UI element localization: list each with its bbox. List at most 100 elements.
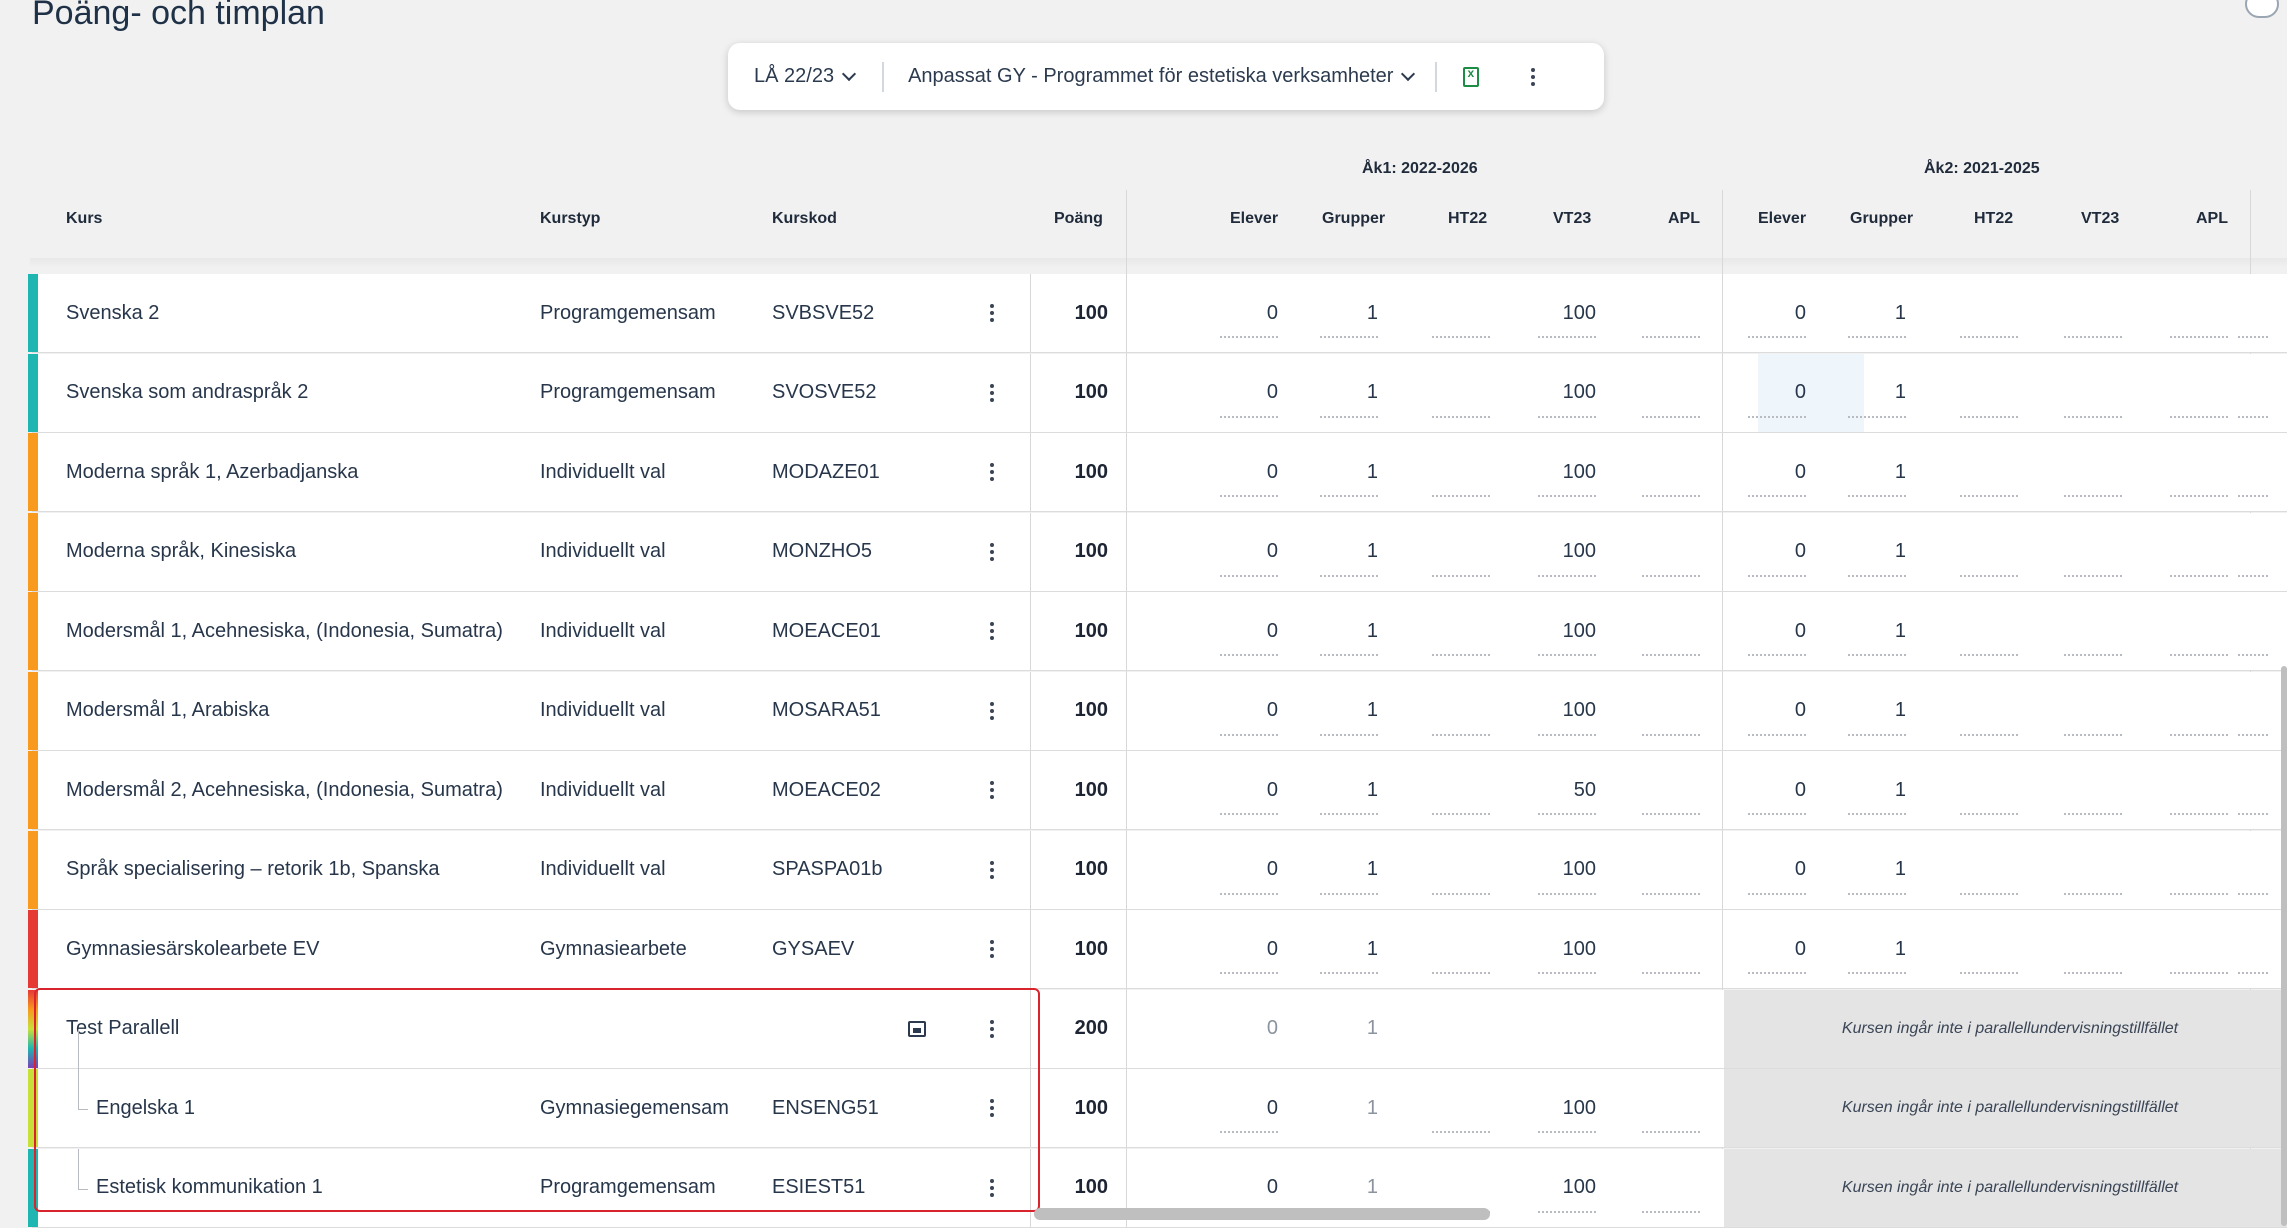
a2-vt23-input[interactable] (2064, 433, 2122, 511)
a1-grupper-input[interactable]: 1 (1320, 751, 1378, 829)
a1-vt23-input[interactable]: 100 (1538, 513, 1596, 591)
a3-elever-input[interactable] (2238, 910, 2268, 988)
a2-vt23-input[interactable] (2064, 672, 2122, 750)
vertical-scrollbar[interactable] (2281, 666, 2287, 1226)
a2-grupper-input[interactable]: 1 (1848, 354, 1906, 432)
a1-grupper-input[interactable]: 1 (1320, 433, 1378, 511)
row-menu-button[interactable] (982, 910, 1002, 988)
a2-grupper-input[interactable]: 1 (1848, 513, 1906, 591)
a1-apl-input[interactable] (1642, 274, 1700, 352)
parallel-group-row[interactable]: Test Parallell 200 0 1 Kursen ingår inte… (28, 989, 2287, 1069)
a2-ht22-input[interactable] (1960, 592, 2018, 670)
a1-grupper-input[interactable]: 1 (1320, 513, 1378, 591)
a1-vt23-input[interactable]: 100 (1538, 672, 1596, 750)
a2-elever-input[interactable]: 0 (1748, 354, 1806, 432)
a2-grupper-input[interactable]: 1 (1848, 751, 1906, 829)
a2-vt23-input[interactable] (2064, 751, 2122, 829)
a3-elever-input[interactable] (2238, 433, 2268, 511)
col-header-kurs[interactable]: Kurs (66, 210, 102, 228)
a2-ht22-input[interactable] (1960, 354, 2018, 432)
row-menu-button[interactable] (982, 354, 1002, 432)
a2-ht22-input[interactable] (1960, 910, 2018, 988)
table-row[interactable]: Moderna språk, Kinesiska Individuellt va… (28, 512, 2287, 592)
parallel-image-button[interactable] (908, 990, 926, 1068)
col-header-kurskod[interactable]: Kurskod (772, 210, 837, 228)
a2-grupper-input[interactable]: 1 (1848, 433, 1906, 511)
a1-elever-input[interactable]: 0 (1220, 354, 1278, 432)
a2-elever-input[interactable]: 0 (1748, 831, 1806, 909)
a1-apl-input[interactable] (1642, 354, 1700, 432)
a2-apl-input[interactable] (2170, 831, 2228, 909)
a1-apl-input[interactable] (1642, 1149, 1700, 1227)
a1-ht22-input[interactable] (1432, 1069, 1490, 1147)
col-header-kurstyp[interactable]: Kurstyp (540, 210, 600, 228)
parallel-child-row[interactable]: Engelska 1 Gymnasiegemensam ENSENG51 100… (28, 1029, 2287, 1148)
a1-vt23-input[interactable]: 100 (1538, 831, 1596, 909)
row-menu-button[interactable] (982, 433, 1002, 511)
a3-elever-input[interactable] (2238, 354, 2268, 432)
a2-apl-input[interactable] (2170, 513, 2228, 591)
a2-ht22-input[interactable] (1960, 751, 2018, 829)
a2-apl-input[interactable] (2170, 433, 2228, 511)
row-menu-button[interactable] (982, 672, 1002, 750)
a1-elever-input[interactable]: 0 (1220, 274, 1278, 352)
a1-elever-input[interactable]: 0 (1220, 513, 1278, 591)
a2-ht22-input[interactable] (1960, 831, 2018, 909)
table-row[interactable]: Modersmål 2, Acehnesiska, (Indonesia, Su… (28, 751, 2287, 830)
a2-apl-input[interactable] (2170, 751, 2228, 829)
a1-vt23-input[interactable]: 100 (1538, 910, 1596, 988)
a3-elever-input[interactable] (2238, 751, 2268, 829)
a1-apl-input[interactable] (1642, 910, 1700, 988)
a2-vt23-input[interactable] (2064, 910, 2122, 988)
a1-grupper-input[interactable]: 1 (1320, 592, 1378, 670)
a1-grupper-input[interactable]: 1 (1320, 831, 1378, 909)
table-row[interactable]: Moderna språk 1, Azerbadjanska Individue… (28, 433, 2287, 512)
a1-apl-input[interactable] (1642, 592, 1700, 670)
a1-ht22-input[interactable] (1432, 433, 1490, 511)
a1-grupper-input[interactable]: 1 (1320, 910, 1378, 988)
a1-ht22-input[interactable] (1432, 592, 1490, 670)
table-row[interactable]: Svenska som andraspråk 2 Programgemensam… (28, 353, 2287, 433)
export-excel-button[interactable] (1463, 66, 1480, 87)
row-menu-button[interactable] (982, 1069, 1002, 1147)
a1-grupper-input[interactable]: 1 (1320, 354, 1378, 432)
row-menu-button[interactable] (982, 990, 1002, 1068)
a2-elever-input[interactable]: 0 (1748, 672, 1806, 750)
table-row[interactable]: Svenska 2 Programgemensam SVBSVE52 100 0… (28, 274, 2287, 353)
a1-elever-input[interactable]: 0 (1220, 433, 1278, 511)
row-menu-button[interactable] (982, 1149, 1002, 1227)
table-row[interactable]: Språk specialisering – retorik 1b, Spans… (28, 830, 2287, 910)
a2-elever-input[interactable]: 0 (1748, 274, 1806, 352)
a1-vt23-input[interactable]: 100 (1538, 354, 1596, 432)
a1-vt23-input[interactable]: 100 (1538, 1149, 1596, 1227)
a1-ht22-input[interactable] (1432, 513, 1490, 591)
a1-elever-input[interactable]: 0 (1220, 592, 1278, 670)
row-menu-button[interactable] (982, 592, 1002, 670)
a1-apl-input[interactable] (1642, 831, 1700, 909)
a2-elever-input[interactable]: 0 (1748, 751, 1806, 829)
horizontal-scrollbar[interactable] (1034, 1208, 1490, 1220)
a1-ht22-input[interactable] (1432, 672, 1490, 750)
a2-grupper-input[interactable]: 1 (1848, 831, 1906, 909)
a2-ht22-input[interactable] (1960, 672, 2018, 750)
a1-vt23-input[interactable]: 100 (1538, 274, 1596, 352)
a2-vt23-input[interactable] (2064, 831, 2122, 909)
a1-apl-input[interactable] (1642, 751, 1700, 829)
row-menu-button[interactable] (982, 513, 1002, 591)
fullscreen-icon[interactable] (2245, 0, 2279, 18)
table-row[interactable]: Modersmål 1, Acehnesiska, (Indonesia, Su… (28, 592, 2287, 671)
a2-apl-input[interactable] (2170, 274, 2228, 352)
a2-vt23-input[interactable] (2064, 274, 2122, 352)
a1-vt23-input[interactable]: 50 (1538, 751, 1596, 829)
a1-elever-input[interactable]: 0 (1220, 1069, 1278, 1147)
a2-elever-input[interactable]: 0 (1748, 513, 1806, 591)
a1-ht22-input[interactable] (1432, 831, 1490, 909)
program-select[interactable]: Anpassat GY - Programmet för estetiska v… (908, 65, 1416, 88)
a2-grupper-input[interactable]: 1 (1848, 910, 1906, 988)
a1-grupper-input[interactable]: 1 (1320, 672, 1378, 750)
a2-apl-input[interactable] (2170, 354, 2228, 432)
a1-apl-input[interactable] (1642, 433, 1700, 511)
a2-vt23-input[interactable] (2064, 513, 2122, 591)
a1-ht22-input[interactable] (1432, 274, 1490, 352)
year-select[interactable]: LÅ 22/23 (754, 65, 857, 88)
